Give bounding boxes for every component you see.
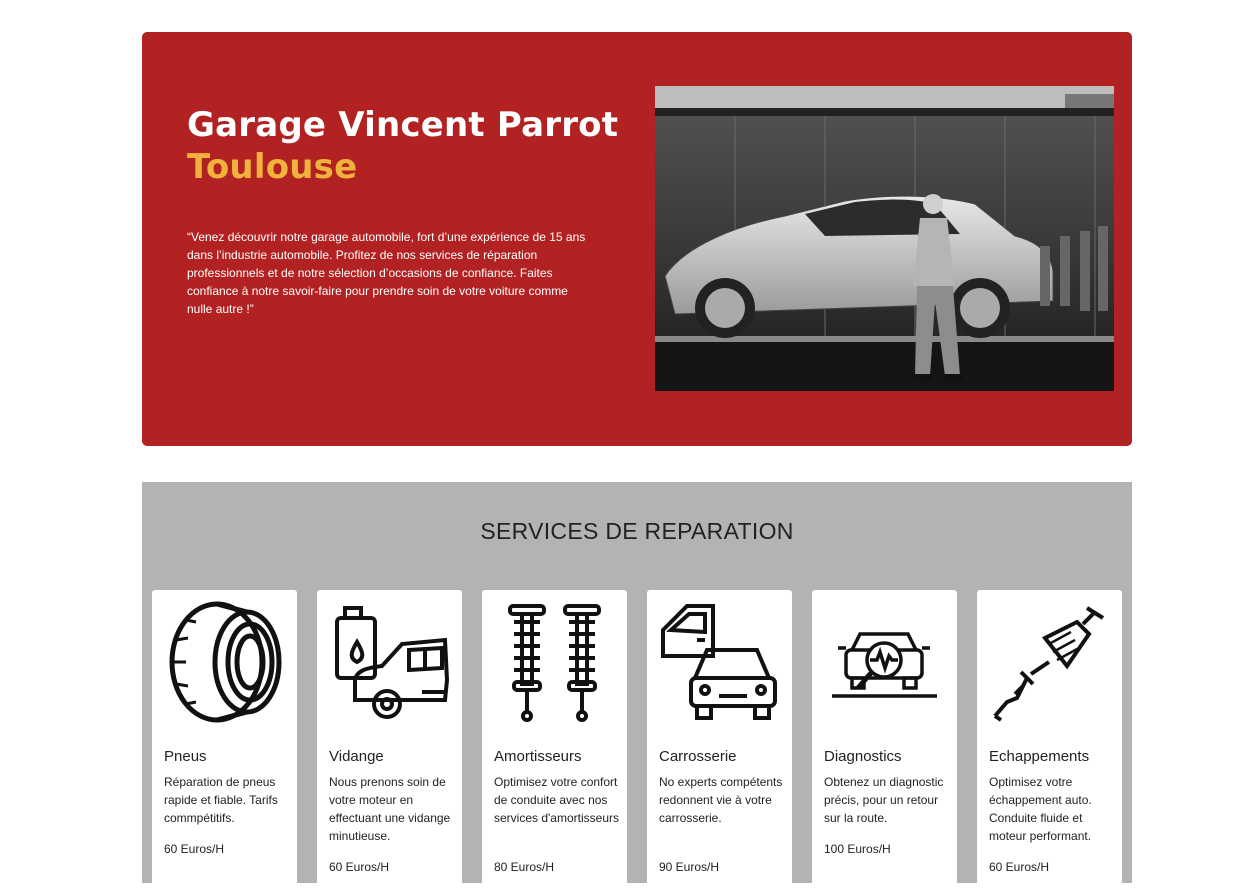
service-title: Pneus: [164, 748, 207, 765]
garage-name: Garage Vincent Parrot: [187, 105, 619, 145]
hero-banner: Garage Vincent Parrot Toulouse “Venez dé…: [142, 32, 1132, 446]
tire-icon: [162, 600, 287, 725]
service-description: Obtenez un diagnostic précis, pour un re…: [824, 775, 944, 825]
service-card-pneus[interactable]: Pneus Réparation de pneus rapide et fiab…: [152, 590, 297, 890]
service-price: 60 Euros/H: [164, 842, 225, 856]
service-description: Nous prenons soin de votre moteur en eff…: [329, 775, 451, 843]
service-description: Optimisez votre confort de conduite avec…: [494, 775, 619, 825]
service-title: Amortisseurs: [494, 748, 582, 765]
service-price: 90 Euros/H: [659, 860, 720, 874]
service-price: 60 Euros/H: [329, 860, 390, 874]
services-title: SERVICES DE REPARATION: [480, 518, 794, 544]
service-description: Optimisez votre échappement auto. Condui…: [989, 775, 1092, 843]
service-title: Carrosserie: [659, 748, 737, 765]
repair-services-section: SERVICES DE REPARATION Pneus Réparation …: [142, 482, 1132, 890]
diagnostics-icon: [822, 600, 947, 725]
garage-city: Toulouse: [187, 147, 358, 187]
car-body-icon: [657, 600, 782, 725]
service-card-amortisseurs[interactable]: Amortisseurs Optimisez votre confort de …: [482, 590, 627, 890]
service-description: Réparation de pneus rapide et fiable. Ta…: [164, 775, 278, 825]
service-title: Diagnostics: [824, 748, 902, 765]
service-price: 100 Euros/H: [824, 842, 891, 856]
service-price: 80 Euros/H: [494, 860, 555, 874]
car-showroom-photo: [655, 86, 1114, 391]
exhaust-icon: [987, 600, 1112, 725]
service-card-vidange[interactable]: Vidange Nous prenons soin de votre moteu…: [317, 590, 462, 890]
oil-change-icon: [327, 600, 452, 725]
service-title: Vidange: [329, 748, 384, 765]
service-card-carrosserie[interactable]: Carrosserie No experts compétents redonn…: [647, 590, 792, 890]
service-card-echappements[interactable]: Echappements Optimisez votre échappement…: [977, 590, 1122, 890]
service-price: 60 Euros/H: [989, 860, 1050, 874]
service-title: Echappements: [989, 748, 1090, 765]
hero-description: “Venez découvrir notre garage automobile…: [187, 230, 586, 316]
service-card-diagnostics[interactable]: Diagnostics Obtenez un diagnostic précis…: [812, 590, 957, 890]
shock-absorber-icon: [492, 600, 617, 725]
service-description: No experts compétents redonnent vie à vo…: [659, 775, 783, 825]
hero-title: Garage Vincent Parrot Toulouse: [187, 104, 618, 188]
